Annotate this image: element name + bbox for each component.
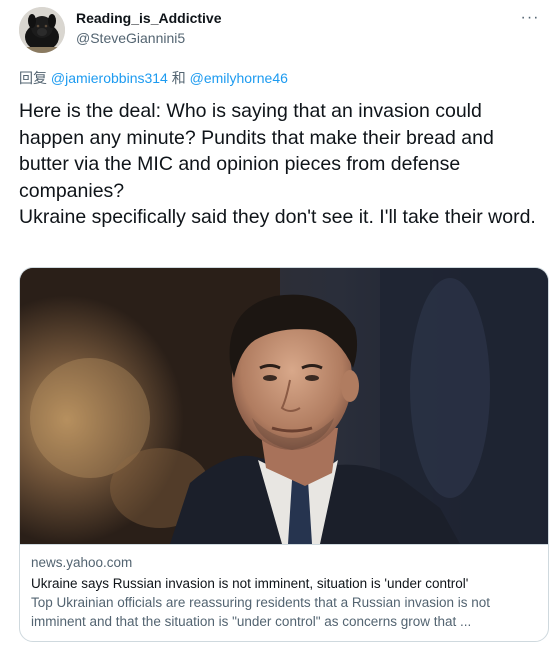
reply-joiner: 和 [171, 70, 186, 86]
card-description: Top Ukrainian officials are reassuring r… [31, 595, 490, 629]
card-meta: news.yahoo.com Ukraine says Russian inva… [20, 544, 548, 641]
tweet: Reading_is_Addictive @SteveGiannini5 ···… [0, 0, 554, 646]
avatar[interactable] [19, 7, 65, 53]
reply-context: 回复 @jamierobbins314 和 @emilyhorne46 [19, 68, 288, 88]
card-title: Ukraine says Russian invasion is not imm… [31, 576, 469, 591]
link-preview-card[interactable]: news.yahoo.com Ukraine says Russian inva… [19, 267, 549, 642]
tweet-text: Here is the deal: Who is saying that an … [19, 100, 536, 228]
more-options-icon[interactable]: ··· [518, 9, 542, 26]
article-photo [20, 268, 548, 544]
display-name[interactable]: Reading_is_Addictive [76, 10, 222, 26]
card-domain: news.yahoo.com [31, 555, 133, 570]
mention-link[interactable]: @emilyhorne46 [190, 70, 288, 86]
reply-prefix: 回复 [19, 70, 47, 86]
dog-avatar-image [19, 7, 65, 53]
user-handle[interactable]: @SteveGiannini5 [76, 30, 185, 46]
mention-link[interactable]: @jamierobbins314 [51, 70, 168, 86]
